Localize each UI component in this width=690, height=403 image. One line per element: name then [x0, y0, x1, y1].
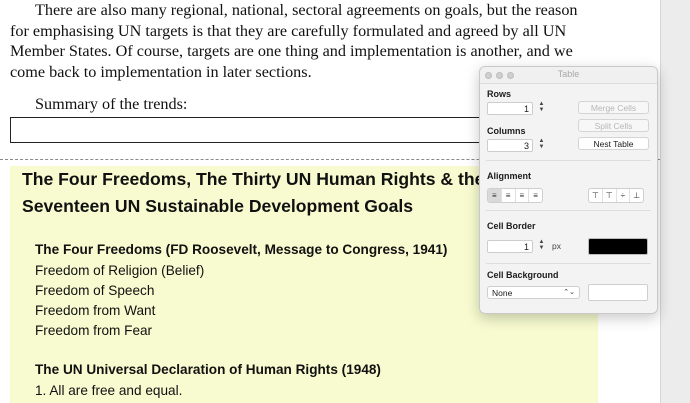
alignment-label: Alignment	[487, 171, 531, 181]
background-color-well[interactable]	[588, 284, 648, 301]
nest-table-button[interactable]: Nest Table	[578, 137, 649, 150]
panel-titlebar[interactable]: Table	[480, 67, 657, 84]
align-justify-icon[interactable]: ≡	[516, 189, 530, 202]
empty-table-row[interactable]	[10, 117, 532, 143]
columns-stepper[interactable]: ▲ ▼	[537, 138, 546, 152]
paragraph-line: for emphasising UN targets is that they …	[10, 21, 567, 40]
chevron-down-icon: ▼	[538, 144, 545, 150]
border-width-field[interactable]: 1	[487, 240, 533, 253]
align-middle-icon[interactable]: ⊤	[603, 189, 617, 202]
align-right-icon[interactable]: ≡	[529, 189, 542, 202]
list-item[interactable]: Freedom of Religion (Belief)	[35, 263, 204, 278]
table-inspector-panel: Table Rows 1 ▲ ▼ Merge Cells Split Cells…	[479, 66, 658, 314]
horizontal-alignment-control[interactable]: ≡ ≡ ≡ ≡	[487, 188, 543, 203]
cell-background-label: Cell Background	[487, 270, 559, 280]
four-freedoms-title[interactable]: The Four Freedoms (FD Roosevelt, Message…	[35, 242, 447, 257]
paragraph-line: Member States. Of course, targets are on…	[10, 42, 573, 60]
list-item[interactable]: Freedom from Fear	[35, 323, 152, 338]
align-bottom-icon[interactable]: ⊥	[630, 189, 643, 202]
chevron-down-icon: ▼	[538, 245, 545, 251]
merge-cells-button[interactable]: Merge Cells	[578, 101, 649, 114]
chevron-updown-icon: ⌃⌄	[563, 289, 575, 296]
panel-separator	[486, 210, 651, 211]
border-color-well[interactable]	[588, 238, 648, 255]
border-width-stepper[interactable]: ▲ ▼	[537, 239, 546, 253]
vertical-alignment-control[interactable]: ⊤ ⊤ ÷ ⊥	[588, 188, 644, 203]
list-item[interactable]: Freedom of Speech	[35, 283, 154, 298]
list-item[interactable]: Freedom from Want	[35, 303, 155, 318]
cell-border-label: Cell Border	[487, 221, 536, 231]
panel-separator	[486, 160, 651, 161]
udhr-title[interactable]: The UN Universal Declaration of Human Ri…	[35, 362, 381, 377]
align-left-icon[interactable]: ≡	[488, 189, 502, 202]
paragraph-line: There are also many regional, national, …	[35, 1, 578, 19]
cell-background-select[interactable]: None ⌃⌄	[487, 286, 580, 299]
align-center-icon[interactable]: ≡	[502, 189, 516, 202]
rows-stepper[interactable]: ▲ ▼	[537, 101, 546, 115]
select-value: None	[492, 288, 513, 298]
rows-field[interactable]: 1	[487, 102, 533, 115]
align-center-vertical-icon[interactable]: ÷	[617, 189, 631, 202]
rows-label: Rows	[487, 89, 512, 99]
columns-field[interactable]: 3	[487, 139, 533, 152]
align-top-icon[interactable]: ⊤	[589, 189, 603, 202]
columns-label: Columns	[487, 126, 526, 136]
chevron-down-icon: ▼	[538, 107, 545, 113]
border-unit: px	[552, 241, 561, 251]
summary-text[interactable]: Summary of the trends:	[35, 95, 187, 114]
split-cells-button[interactable]: Split Cells	[578, 119, 649, 132]
list-item[interactable]: 1. All are free and equal.	[35, 383, 182, 398]
panel-title: Table	[557, 69, 580, 79]
panel-separator	[486, 263, 651, 264]
window-gutter	[660, 0, 690, 403]
